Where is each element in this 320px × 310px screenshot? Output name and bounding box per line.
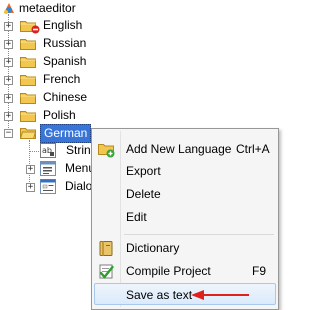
menu-item-label: Delete — [126, 187, 161, 201]
folder-icon — [20, 93, 36, 104]
folder-icon — [20, 39, 36, 50]
tree-root-label: metaeditor — [19, 1, 76, 15]
menu-item-shortcut: F9 — [252, 264, 267, 278]
folder-icon — [20, 57, 36, 68]
tree-item-dialogs[interactable]: + Dialogs — [22, 178, 105, 196]
expand-icon[interactable]: + — [4, 76, 13, 85]
tree-item-label: English — [43, 18, 83, 32]
expand-icon[interactable]: + — [26, 165, 35, 174]
dictionary-icon — [99, 241, 113, 256]
open-folder-icon — [20, 128, 36, 139]
strings-icon: ab — [40, 143, 56, 158]
menu-item-label: Save as text — [126, 288, 193, 302]
folder-icon — [20, 75, 36, 86]
menu-item-label: Dictionary — [126, 241, 180, 255]
menu-item-shortcut: Ctrl+A — [236, 142, 270, 156]
folder-icon — [20, 111, 36, 122]
expand-icon[interactable]: + — [4, 22, 13, 31]
tree-item-english[interactable]: + English — [0, 17, 100, 35]
menu-item-delete[interactable]: Delete — [94, 183, 276, 205]
add-folder-icon — [98, 144, 115, 158]
no-entry-icon — [31, 25, 40, 34]
tree-item-label: Spanish — [43, 54, 87, 68]
tree-item-russian[interactable]: + Russian — [0, 35, 100, 53]
menu-item-save-as-text[interactable]: Save as text — [94, 283, 276, 305]
tree-root[interactable]: metaeditor — [0, 0, 120, 18]
expand-icon[interactable]: + — [4, 94, 13, 103]
menu-resource-icon — [40, 161, 56, 176]
tree-item-french[interactable]: + French — [0, 71, 100, 89]
tree-item-label: Chinese — [43, 90, 88, 104]
tree-item-strings[interactable]: ab Strings — [36, 142, 103, 160]
tree-item-polish[interactable]: + Polish — [0, 107, 100, 125]
menu-item-export[interactable]: Export — [94, 160, 276, 182]
menu-item-label: Export — [126, 164, 161, 178]
expand-icon[interactable]: + — [4, 40, 13, 49]
menu-item-label: Add New Language — [126, 142, 232, 156]
expand-icon[interactable]: + — [4, 112, 13, 121]
expand-icon[interactable]: + — [4, 58, 13, 67]
compile-check-icon — [99, 264, 114, 279]
menu-item-label: Edit — [126, 210, 147, 224]
collapse-icon[interactable]: − — [4, 129, 13, 138]
tree-item-menus[interactable]: + Menus — [22, 160, 101, 178]
context-menu: Add New Language Ctrl+A Export Delete Ed… — [91, 128, 279, 310]
menu-item-compile-project[interactable]: Compile Project F9 — [94, 260, 276, 282]
menu-separator — [124, 234, 274, 235]
menu-item-label: Compile Project — [126, 264, 211, 278]
expand-icon[interactable]: + — [26, 183, 35, 192]
red-arrow-icon — [191, 290, 249, 300]
menu-item-dictionary[interactable]: Dictionary — [94, 237, 276, 259]
app-logo-icon — [4, 3, 14, 14]
menu-item-add-new-language[interactable]: Add New Language Ctrl+A — [94, 138, 276, 160]
tree-item-german[interactable]: − German — [0, 124, 100, 143]
tree-item-label: Russian — [43, 36, 87, 50]
tree-item-spanish[interactable]: + Spanish — [0, 53, 100, 71]
menu-item-edit[interactable]: Edit — [94, 206, 276, 228]
tree-item-label: German — [40, 124, 92, 143]
tree-item-label: Polish — [43, 108, 76, 122]
dialog-resource-icon — [40, 179, 56, 194]
tree-item-chinese[interactable]: + Chinese — [0, 89, 100, 107]
tree-item-label: French — [43, 72, 81, 86]
